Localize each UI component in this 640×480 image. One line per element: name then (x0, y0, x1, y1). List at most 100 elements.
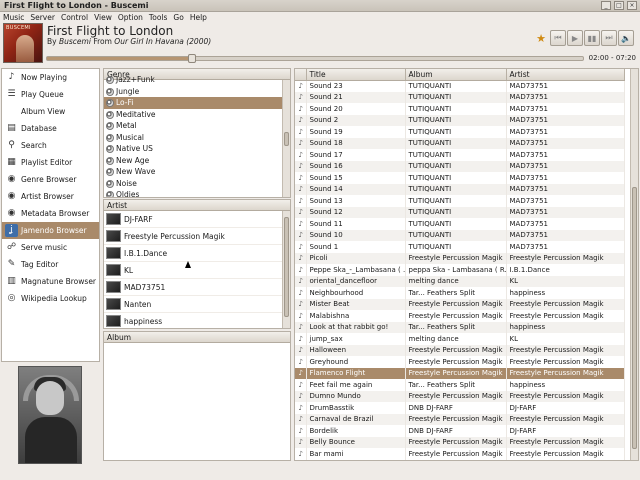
artist-item[interactable]: Freestyle Percussion Magik (104, 228, 290, 245)
speaker-icon[interactable]: 🔈 (618, 30, 634, 46)
column-title[interactable]: Title (306, 69, 406, 81)
menu-control[interactable]: Control (58, 12, 91, 23)
sidebar-item-wikipedia-lookup[interactable]: ◎ Wikipedia Lookup (2, 290, 99, 307)
track-row[interactable]: ♪ Sound 19 TUTIQUANTI MAD73751 (295, 126, 625, 138)
genre-item[interactable]: Lo-Fi (104, 97, 290, 109)
sidebar-item-jamendo-browser[interactable]: ʝ Jamendo Browser (2, 222, 99, 239)
track-row[interactable]: ♪ oriental_dancefloor melting dance KL (295, 275, 625, 287)
track-row[interactable]: ♪ Sound 10 TUTIQUANTI MAD73751 (295, 229, 625, 241)
column-icon[interactable] (295, 69, 307, 81)
minimize-button[interactable]: _ (601, 1, 611, 10)
sidebar-item-tag-editor[interactable]: ✎ Tag Editor (2, 256, 99, 273)
track-row[interactable]: ♪ Sound 18 TUTIQUANTI MAD73751 (295, 137, 625, 149)
menu-view[interactable]: View (91, 12, 115, 23)
track-row[interactable]: ♪ Sound 20 TUTIQUANTI MAD73751 (295, 103, 625, 115)
track-row[interactable]: ♪ Sound 2 TUTIQUANTI MAD73751 (295, 114, 625, 126)
genre-item[interactable]: New Wave (104, 166, 290, 178)
sidebar-item-database[interactable]: ▤ Database (2, 120, 99, 137)
music-note-icon: ♪ (295, 218, 307, 230)
track-row[interactable]: ♪ Dumno Mundo Freestyle Percussion Magik Fr… (295, 390, 625, 402)
artist-item[interactable]: DJ-FARF (104, 211, 290, 228)
sidebar-item-playlist-editor[interactable]: ▦ Playlist Editor (2, 154, 99, 171)
song-album[interactable]: Our Girl In Havana (2000) (114, 37, 211, 46)
track-row[interactable]: ♪ Bordelik DNB DJ-FARF DJ-FARF (295, 425, 625, 437)
artist-item[interactable]: MAD73751 (104, 279, 290, 296)
sidebar-item-now-playing[interactable]: ♪ Now Playing (2, 69, 99, 86)
menu-music[interactable]: Music (0, 12, 27, 23)
sidebar-item-play-queue[interactable]: ☰ Play Queue (2, 86, 99, 103)
previous-icon[interactable]: ⏮ (550, 30, 566, 46)
track-row[interactable]: ♪ Greyhound Freestyle Percussion Magik Free… (295, 356, 625, 368)
track-row[interactable]: ♪ Sound 21 TUTIQUANTI MAD73751 (295, 91, 625, 103)
track-row[interactable]: ♪ Picoli Freestyle Percussion Magik Freesty… (295, 252, 625, 264)
track-row[interactable]: ♪ Malabishna Freestyle Percussion Magik Fre… (295, 310, 625, 322)
genre-item[interactable]: Meditative (104, 109, 290, 121)
tracks-scrollbar[interactable] (630, 69, 638, 460)
track-row[interactable]: ♪ Mister Beat Freestyle Percussion Magik Fr… (295, 298, 625, 310)
track-row[interactable]: ♪ Sound 14 TUTIQUANTI MAD73751 (295, 183, 625, 195)
track-row[interactable]: ♪ Halloween Freestyle Percussion Magik Free… (295, 344, 625, 356)
track-row[interactable]: ♪ Sound 13 TUTIQUANTI MAD73751 (295, 195, 625, 207)
play-icon[interactable]: ▶ (567, 30, 583, 46)
track-row[interactable]: ♪ Flamenco Flight Freestyle Percussion Mag… (295, 367, 625, 379)
genre-item[interactable]: Jungle (104, 86, 290, 98)
seek-handle[interactable] (187, 54, 196, 63)
cd-icon (106, 133, 114, 142)
track-row[interactable]: ♪ DrumBasstik DNB DJ-FARF DJ-FARF (295, 402, 625, 414)
genre-item[interactable]: Metal (104, 120, 290, 132)
track-row[interactable]: ♪ Sound 16 TUTIQUANTI MAD73751 (295, 160, 625, 172)
menu-go[interactable]: Go (170, 12, 186, 23)
artist-item[interactable]: I.B.1.Dance (104, 245, 290, 262)
column-album[interactable]: Album (405, 69, 507, 81)
genre-scrollbar[interactable] (282, 80, 290, 197)
track-row[interactable]: ♪ Carnaval de Brazil Freestyle Percussion … (295, 413, 625, 425)
genre-item[interactable]: Jazz+Funk (104, 74, 290, 86)
sidebar-item-album-view[interactable]: Album View (2, 103, 99, 120)
star-icon[interactable]: ★ (533, 30, 549, 46)
sidebar-item-magnatune-browser[interactable]: ▥ Magnatune Browser (2, 273, 99, 290)
menu-tools[interactable]: Tools (146, 12, 170, 23)
genre-item[interactable]: Native US (104, 143, 290, 155)
window-titlebar[interactable]: First Flight to London - Buscemi _ □ × (0, 0, 640, 12)
sidebar-item-metadata-browser[interactable]: ◉ Metadata Browser (2, 205, 99, 222)
track-row[interactable]: ♪ Sound 15 TUTIQUANTI MAD73751 (295, 172, 625, 184)
sidebar-item-search[interactable]: ⚲ Search (2, 137, 99, 154)
artist-column-header[interactable]: Artist (104, 200, 290, 211)
menu-help[interactable]: Help (187, 12, 210, 23)
column-artist[interactable]: Artist (506, 69, 625, 81)
seek-bar[interactable] (46, 54, 584, 63)
artist-item[interactable]: happiness (104, 313, 290, 328)
album-column-header[interactable]: Album (104, 332, 290, 343)
track-row[interactable]: ♪ Look at that rabbit go! Tar... Feathers … (295, 321, 625, 333)
track-row[interactable]: ♪ Feet fail me again Tar... Feathers Split… (295, 379, 625, 391)
genre-item[interactable]: Musical (104, 132, 290, 144)
sidebar-item-artist-browser[interactable]: ◉ Artist Browser (2, 188, 99, 205)
menu-server[interactable]: Server (27, 12, 58, 23)
close-button[interactable]: × (627, 1, 637, 10)
maximize-button[interactable]: □ (614, 1, 624, 10)
track-row[interactable]: ♪ Sound 17 TUTIQUANTI MAD73751 (295, 149, 625, 161)
track-row[interactable]: ♪ Belly Bounce Freestyle Percussion Magik F… (295, 436, 625, 448)
track-row[interactable]: ♪ Bar mami Freestyle Percussion Magik Frees… (295, 448, 625, 460)
song-artist[interactable]: Buscemi (59, 37, 91, 46)
track-row[interactable]: ♪ Sound 12 TUTIQUANTI MAD73751 (295, 206, 625, 218)
artist-item[interactable]: Nanten (104, 296, 290, 313)
genre-item[interactable]: New Age (104, 155, 290, 167)
sidebar-item-genre-browser[interactable]: ◉ Genre Browser (2, 171, 99, 188)
sidebar-item-serve-music[interactable]: ☍ Serve music (2, 239, 99, 256)
artist-item[interactable]: KL (104, 262, 290, 279)
artist-scrollbar[interactable] (282, 211, 290, 328)
track-row[interactable]: ♪ Peppe Ska_-_Lambasana ( ... peppa Ska - … (295, 264, 625, 276)
menu-option[interactable]: Option (115, 12, 146, 23)
next-icon[interactable]: ⏭ (601, 30, 617, 46)
track-row[interactable]: ♪ Sound 23 TUTIQUANTI MAD73751 (295, 80, 625, 92)
track-row[interactable]: ♪ Sound 11 TUTIQUANTI MAD73751 (295, 218, 625, 230)
track-row[interactable]: ♪ Neighbourhood Tar... Feathers Split happi… (295, 287, 625, 299)
track-row[interactable]: ♪ jump_sax melting dance KL (295, 333, 625, 345)
track-row[interactable]: ♪ Sound 1 TUTIQUANTI MAD73751 (295, 241, 625, 253)
window-title: First Flight to London - Buscemi (4, 1, 149, 10)
genre-item[interactable]: Noise (104, 178, 290, 190)
album-cover[interactable]: BUSCEMI (3, 23, 43, 63)
genre-item[interactable]: Oldies (104, 189, 290, 197)
stop-icon[interactable]: ▮▮ (584, 30, 600, 46)
